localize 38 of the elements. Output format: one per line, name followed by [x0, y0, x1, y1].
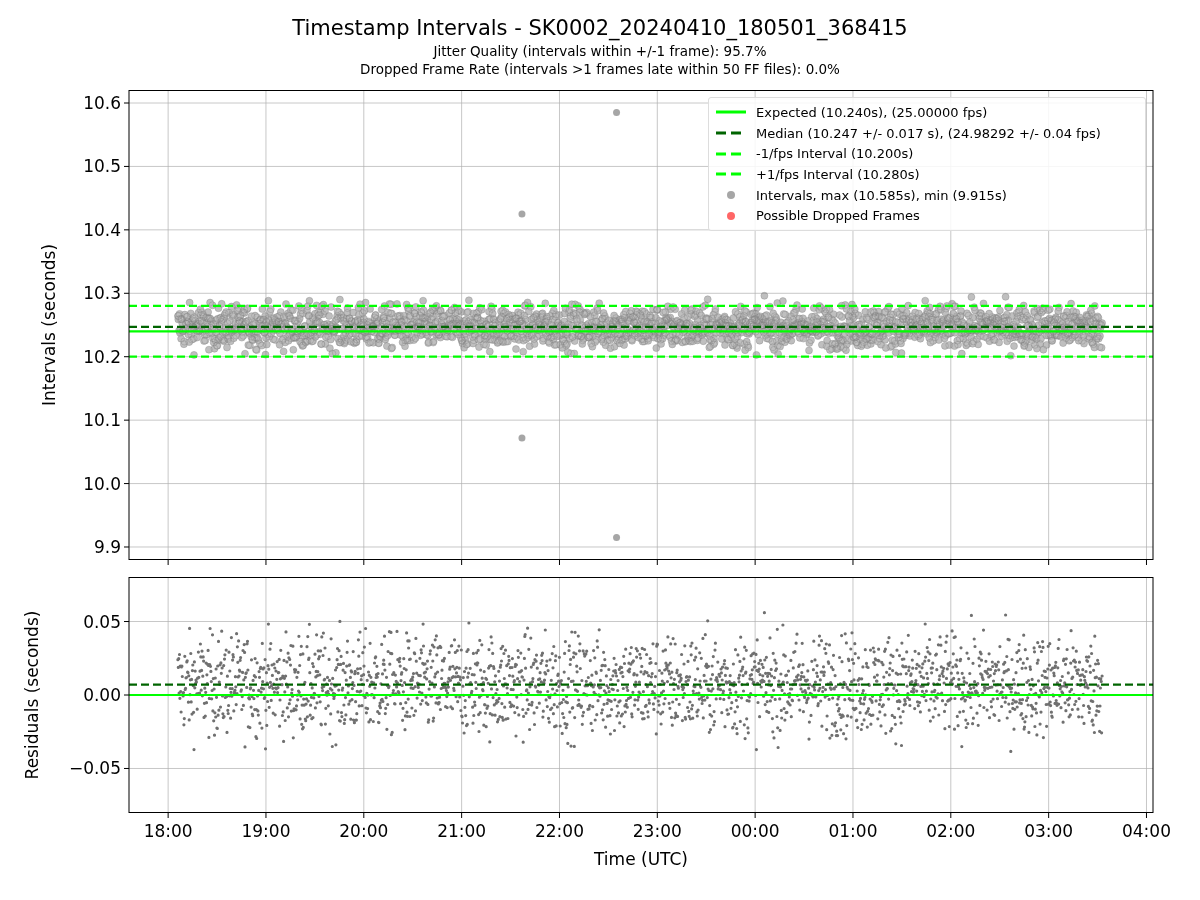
y-tick-label: 10.1 — [83, 410, 121, 431]
y-tick-label: 0.05 — [83, 611, 121, 632]
x-tick-label: 00:00 — [730, 821, 780, 841]
x-tick-label: 21:00 — [437, 821, 487, 841]
x-tick-label: 02:00 — [926, 821, 976, 841]
outlier-point — [518, 210, 526, 218]
y-tick-label: 10.3 — [83, 283, 121, 304]
chart-title: Timestamp Intervals - SK0002_20240410_180501_368415 — [292, 15, 908, 42]
legend-label: Possible Dropped Frames — [756, 208, 920, 224]
y-axis-label: Residuals (seconds) — [22, 610, 42, 780]
legend-label: Intervals, max (10.585s), min (9.915s) — [756, 187, 1007, 203]
x-tick-label: 20:00 — [339, 821, 389, 841]
chart-subtitle: Jitter Quality (intervals within +/-1 frame): 95.7% — [433, 42, 767, 60]
legend-label: +1/fps Interval (10.280s) — [756, 166, 920, 182]
outlier-point — [613, 534, 621, 541]
legend-label: Expected (10.240s), (25.00000 fps) — [756, 104, 988, 120]
y-tick-label: 10.2 — [83, 346, 121, 367]
y-tick-label: 10.5 — [83, 156, 121, 177]
outlier-point — [518, 434, 526, 442]
outlier-point — [613, 109, 621, 116]
x-tick-label: 18:00 — [143, 821, 193, 841]
y-tick-label: 10.4 — [83, 219, 121, 240]
legend-label: -1/fps Interval (10.200s) — [756, 146, 914, 162]
y-tick-label: 10.0 — [83, 473, 121, 494]
x-axis-label: Time (UTC) — [594, 849, 688, 869]
x-tick-label: 23:00 — [632, 821, 682, 841]
y-tick-label: −0.05 — [68, 758, 121, 779]
x-tick-label: 04:00 — [1122, 821, 1171, 841]
y-tick-label: 10.6 — [83, 93, 121, 113]
chart-subtitle: Dropped Frame Rate (intervals >1 frames late within 50 FF files): 0.0% — [360, 60, 840, 78]
x-tick-label: 19:00 — [241, 821, 291, 841]
legend-label: Median (10.247 +/- 0.017 s), (24.98292 +/- 0.04 fps) — [756, 125, 1101, 141]
y-tick-label: 9.9 — [93, 537, 121, 557]
y-tick-label: 0.00 — [83, 685, 121, 705]
x-tick-label: 01:00 — [828, 821, 878, 841]
x-tick-label: 03:00 — [1024, 821, 1074, 841]
y-axis-label: Intervals (seconds) — [39, 243, 59, 407]
x-tick-label: 22:00 — [534, 821, 584, 841]
